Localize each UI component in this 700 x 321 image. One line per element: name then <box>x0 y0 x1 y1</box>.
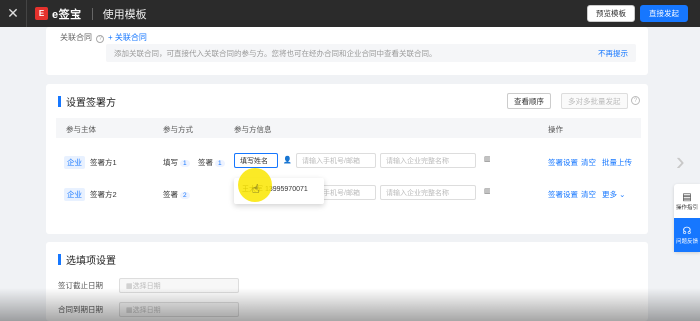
batch-start-button[interactable]: 多对多批量发起 <box>561 93 628 109</box>
app-logo: E e签宝 <box>35 6 82 22</box>
signers-title: 设置签署方 <box>66 98 116 109</box>
deadline-date-input[interactable]: ▦ 选择日期 <box>119 278 239 293</box>
preview-template-button[interactable]: 预览模板 <box>587 5 635 22</box>
table-header: 参与主体 参与方式 参与方信息 操作 <box>56 118 641 138</box>
info-icon[interactable]: ? <box>631 96 640 105</box>
more-link[interactable]: 更多 ⌄ <box>602 189 625 200</box>
help-icon[interactable]: ? <box>96 35 105 43</box>
clear-link[interactable]: 清空 <box>581 157 596 168</box>
name-input[interactable]: 填写姓名 <box>234 153 278 168</box>
table-row: 企业 签署方1 填写 1 签署 1 填写姓名 👤 请输入手机号/邮箱 请输入企业完整… <box>56 151 641 173</box>
related-contract-card: 关联合同 ? + 关联合同 添加关联合同，可直接代入关联合同的参与方。您将也可在… <box>46 27 648 75</box>
expiry-label: 合同到期日期 <box>58 305 103 314</box>
method-sign: 签署 1 <box>198 157 225 168</box>
party-name: 签署方1 <box>90 158 117 167</box>
book-icon: ▤ <box>682 191 692 203</box>
th-actions: 操作 <box>548 125 563 134</box>
logo-text: e签宝 <box>52 8 82 21</box>
org-input[interactable]: 请输入企业完整名称 <box>380 153 476 168</box>
section-title: 设置签署方 <box>58 94 116 109</box>
party-name: 签署方2 <box>90 190 117 199</box>
org-input[interactable]: 请输入企业完整名称 <box>380 185 476 200</box>
user-icon[interactable]: 👤 <box>283 156 292 164</box>
tip-text: 添加关联合同，可直接代入关联合同的参与方。您将也可在经办合同和企业合同中查看关联… <box>114 48 437 58</box>
method-sign: 签署 2 <box>163 189 190 200</box>
page-title: 使用模板 <box>102 8 147 21</box>
feedback-button[interactable]: ☊ 问题反馈 <box>674 218 700 252</box>
batch-upload-link[interactable]: 批量上传 <box>602 157 632 168</box>
chevron-down-icon: ⌄ <box>619 190 626 199</box>
pointer-cursor-icon: ☝ <box>252 182 260 196</box>
calendar-icon: ▦ <box>126 282 133 290</box>
view-order-button[interactable]: 查看顺序 <box>507 93 551 109</box>
side-panel: ▤ 操作指引 ☊ 问题反馈 <box>674 184 700 252</box>
enterprise-tag: 企业 <box>64 188 85 201</box>
optional-settings-card: 选填项设置 签订截止日期 ▦ 选择日期 合同到期日期 ▦ 选择日期 <box>46 242 648 321</box>
expiry-date-input[interactable]: ▦ 选择日期 <box>119 302 239 317</box>
contact-input[interactable]: 请输入手机号/邮箱 <box>296 153 376 168</box>
table-row: 企业 签署方2 签署 2 请输入手机号/邮箱 请输入企业完整名称 ▥ 签署设置 清… <box>56 183 641 205</box>
guide-button[interactable]: ▤ 操作指引 <box>674 184 700 218</box>
add-related-contract-link[interactable]: + 关联合同 <box>108 32 147 43</box>
related-tip: 添加关联合同，可直接代入关联合同的参与方。您将也可在经办合同和企业合同中查看关联… <box>106 44 636 62</box>
calendar-icon: ▦ <box>126 306 133 314</box>
th-subject: 参与主体 <box>66 125 96 134</box>
th-info: 参与方信息 <box>234 125 272 134</box>
options-title: 选填项设置 <box>66 256 116 267</box>
chevron-right-icon[interactable]: › <box>676 146 685 177</box>
headset-icon: ☊ <box>682 225 692 237</box>
sign-settings-link[interactable]: 签署设置 <box>548 157 578 168</box>
top-bar: ✕ E e签宝 使用模板 预览模板 直接发起 <box>0 0 700 27</box>
deadline-label: 签订截止日期 <box>58 281 103 290</box>
building-icon[interactable]: ▥ <box>484 155 494 165</box>
enterprise-tag: 企业 <box>64 156 85 169</box>
sign-settings-link[interactable]: 签署设置 <box>548 189 578 200</box>
th-method: 参与方式 <box>163 125 193 134</box>
title-accent-bar <box>58 96 61 107</box>
guide-label: 操作指引 <box>675 204 698 211</box>
section-title: 选填项设置 <box>58 252 116 267</box>
logo-mark: E <box>35 7 48 20</box>
title-accent-bar <box>58 254 61 265</box>
method-fill: 填写 1 <box>163 157 190 168</box>
close-icon[interactable]: ✕ <box>0 0 27 27</box>
start-directly-button[interactable]: 直接发起 <box>640 5 688 22</box>
related-contract-label: 关联合同 ? <box>60 32 105 43</box>
feedback-label: 问题反馈 <box>675 238 698 245</box>
building-icon[interactable]: ▥ <box>484 187 494 197</box>
dismiss-tip-link[interactable]: 不再提示 <box>598 48 628 59</box>
divider <box>91 7 93 20</box>
clear-link[interactable]: 清空 <box>581 189 596 200</box>
